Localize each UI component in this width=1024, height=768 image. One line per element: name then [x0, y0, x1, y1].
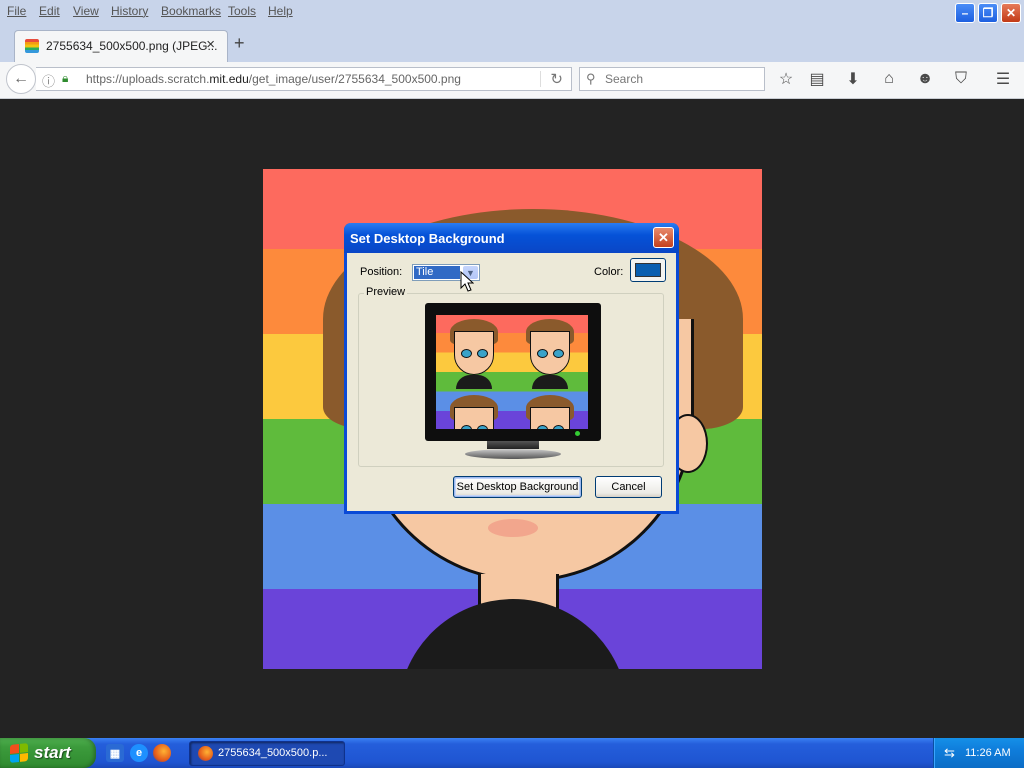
color-swatch — [635, 263, 661, 277]
taskbar-item-firefox[interactable]: 2755634_500x500.p... — [189, 741, 345, 766]
network-icon[interactable]: ⇆ — [944, 745, 959, 760]
hamburger-menu-icon[interactable]: ☰ — [992, 68, 1014, 90]
restore-button[interactable]: ❐ — [978, 3, 998, 23]
dialog-titlebar[interactable]: Set Desktop Background ✕ — [344, 223, 679, 253]
url-separator — [540, 71, 541, 87]
lock-icon: 🔒︎ — [62, 71, 69, 85]
hello-icon[interactable]: ☻ — [914, 68, 936, 90]
url-path: /get_image/user/2755634_500x500.png — [248, 72, 461, 86]
menu-tools[interactable]: Tools — [228, 4, 256, 18]
preview-label: Preview — [364, 286, 408, 298]
menu-help[interactable]: Help — [268, 4, 293, 18]
image-mouth — [488, 519, 538, 537]
bookmark-star-icon[interactable]: ☆ — [775, 68, 797, 90]
back-arrow-icon: ← — [13, 70, 29, 87]
monitor-stand — [487, 441, 539, 449]
tab-title: 2755634_500x500.png (JPEG... — [46, 39, 218, 53]
search-placeholder: Search — [605, 72, 644, 86]
reading-list-icon[interactable]: ▤ — [806, 68, 828, 90]
image-shirt — [398, 599, 628, 669]
url-prefix: https://uploads.scratch. — [86, 72, 210, 86]
close-icon: ✕ — [1005, 6, 1017, 20]
preview-tile — [520, 319, 580, 389]
url-text[interactable]: https://uploads.scratch.mit.edu/get_imag… — [86, 72, 461, 86]
internet-explorer-icon[interactable]: e — [130, 744, 148, 762]
tab-close-icon[interactable]: × — [206, 36, 215, 53]
clock[interactable]: 11:26 AM — [965, 747, 1011, 759]
firefox-icon — [198, 746, 213, 761]
home-icon[interactable]: ⌂ — [878, 68, 900, 90]
menu-bookmarks[interactable]: Bookmarks — [161, 4, 221, 18]
system-tray: ⇆ 11:26 AM — [933, 738, 1024, 768]
color-label: Color: — [594, 266, 624, 278]
firefox-icon[interactable] — [153, 744, 171, 762]
search-icon: ⚲ — [586, 71, 596, 86]
close-window-button[interactable]: ✕ — [1001, 3, 1021, 23]
reload-icon[interactable]: ↻ — [550, 70, 563, 88]
mouse-cursor-icon — [460, 271, 474, 292]
color-picker-button[interactable] — [630, 258, 666, 282]
cancel-button[interactable]: Cancel — [595, 476, 662, 498]
url-domain: mit.edu — [209, 72, 249, 86]
download-icon[interactable]: ⬇ — [842, 68, 864, 90]
search-input[interactable]: ⚲ Search — [579, 67, 765, 91]
set-desktop-background-button[interactable]: Set Desktop Background — [453, 476, 582, 498]
menu-edit[interactable]: Edit — [39, 4, 60, 18]
preview-tile — [444, 319, 504, 389]
taskbar-item-label: 2755634_500x500.p... — [218, 747, 328, 759]
monitor-base — [465, 449, 561, 459]
start-label: start — [34, 743, 71, 762]
minimize-icon: – — [961, 6, 969, 20]
url-bar[interactable]: ⓘ 🔒︎ https://uploads.scratch.mit.edu/get… — [36, 67, 572, 91]
pocket-icon[interactable]: ⛉ — [950, 68, 972, 90]
menu-view[interactable]: View — [73, 4, 99, 18]
start-button[interactable]: start — [0, 738, 96, 768]
restore-icon: ❐ — [982, 6, 994, 20]
set-desktop-background-dialog: Set Desktop Background ✕ Position: Tile … — [344, 223, 679, 514]
minimize-button[interactable]: – — [955, 3, 975, 23]
show-desktop-icon[interactable]: ▦ — [106, 744, 124, 762]
new-tab-icon[interactable]: + — [234, 33, 245, 54]
menu-history[interactable]: History — [111, 4, 148, 18]
position-value: Tile — [414, 266, 460, 279]
tab-image[interactable]: 2755634_500x500.png (JPEG... × — [14, 30, 228, 62]
favicon-icon — [25, 39, 39, 53]
power-led-icon — [575, 431, 580, 436]
dialog-close-button[interactable]: ✕ — [653, 227, 674, 248]
dialog-title: Set Desktop Background — [350, 231, 505, 246]
preview-tile — [520, 395, 580, 429]
preview-tile — [444, 395, 504, 429]
preview-screen — [436, 315, 588, 429]
monitor-preview — [425, 303, 601, 461]
back-button[interactable]: ← — [6, 64, 36, 94]
menu-file[interactable]: File — [7, 4, 26, 18]
close-icon: ✕ — [658, 229, 669, 245]
windows-logo-icon — [10, 743, 28, 763]
position-label: Position: — [360, 266, 403, 278]
info-icon[interactable]: ⓘ — [42, 71, 55, 90]
menu-bar: File Edit View History Bookmarks Tools H… — [0, 0, 1024, 26]
